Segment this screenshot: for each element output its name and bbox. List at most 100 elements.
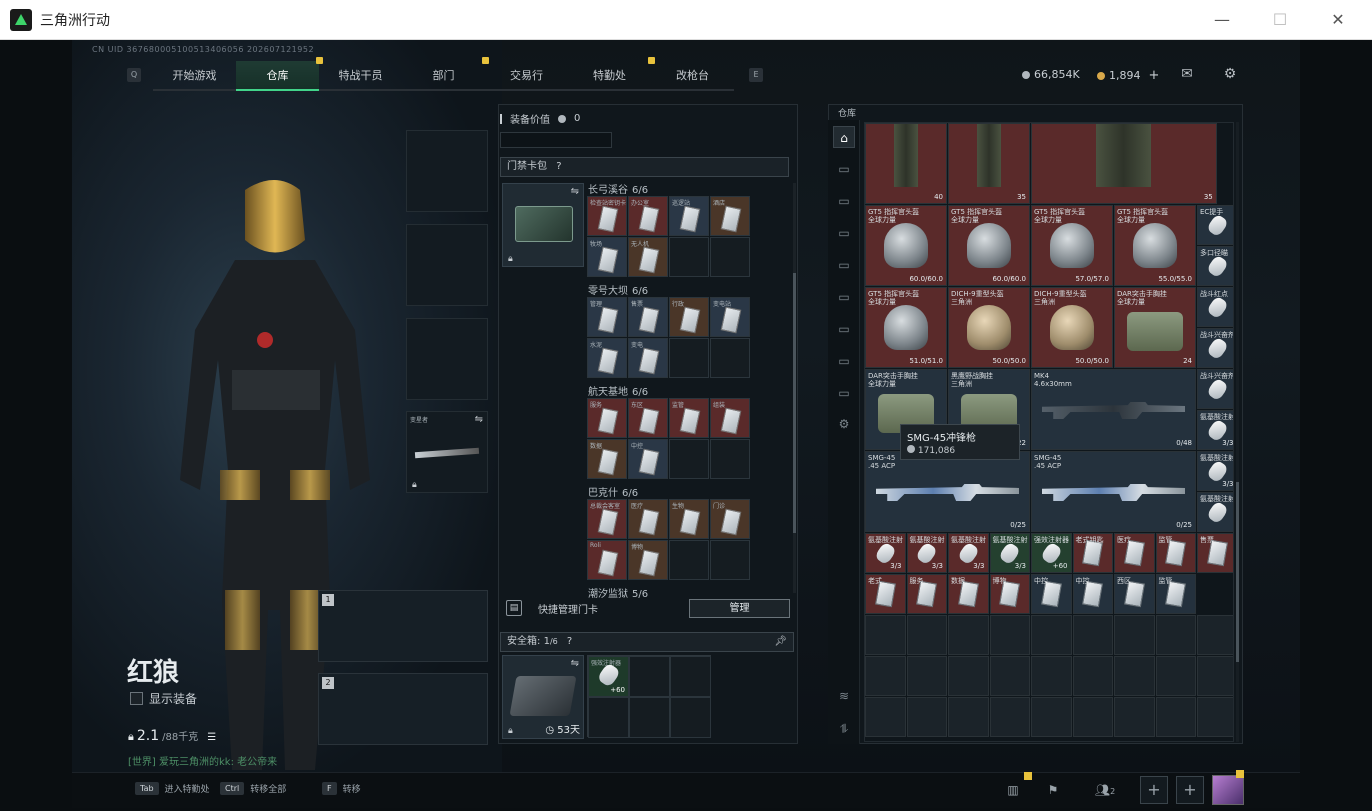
maximize-button[interactable]: ☐ [1266, 8, 1294, 32]
warehouse-item[interactable]: 战斗兴奋剂 [1197, 369, 1233, 409]
warehouse-item[interactable]: 战斗兴奋剂 [1197, 328, 1233, 368]
keycard-slot[interactable]: 牧场 [587, 237, 627, 277]
keycard-slot[interactable]: 酒店 [710, 196, 750, 236]
warehouse-item[interactable]: GT5 指挥官头盔 全球力量 51.0/51.0 [865, 287, 947, 368]
warehouse-item[interactable]: SMG-45.45 ACP 0/25 [865, 451, 1030, 532]
flag-icon[interactable]: ⚑ [1043, 780, 1063, 800]
helmet-slot[interactable] [406, 130, 488, 212]
safe-item[interactable]: 强效注射器 +60 [588, 656, 629, 697]
tab-0[interactable]: 开始游戏 [153, 61, 236, 91]
warehouse-item[interactable]: 监管 [1155, 533, 1196, 573]
warehouse-item[interactable]: 35 [948, 123, 1030, 204]
keycard-slot[interactable]: 售票 [628, 297, 668, 337]
category-key-icon[interactable]: ▭ [833, 382, 855, 404]
warehouse-item[interactable]: 博物 [989, 574, 1030, 614]
warehouse-item[interactable]: 氨基酸注射 3/3 [865, 533, 906, 573]
hint-2[interactable]: F 转移 [322, 782, 361, 795]
add-squad-button[interactable]: + [1140, 776, 1168, 804]
warehouse-item[interactable]: 氨基酸注射 [1197, 492, 1233, 532]
keycard-slot[interactable]: 总裁会客室 [587, 499, 627, 539]
tab-3[interactable]: 部门 [402, 61, 485, 91]
warehouse-item[interactable]: DAR突击手胸挂 全球力量 24 [1114, 287, 1196, 368]
tab-5[interactable]: 特勤处 [568, 61, 651, 91]
category-settings-icon[interactable]: ⚙ [833, 413, 855, 435]
category-bag-icon[interactable]: ▭ [833, 254, 855, 276]
keycard-slot[interactable]: 检查站密钥卡 [587, 196, 627, 236]
warehouse-item[interactable]: 医疗 [1114, 533, 1155, 573]
keycard-slot[interactable]: 无人机 [628, 237, 668, 277]
tab-4[interactable]: 交易行 [482, 57, 568, 91]
warehouse-item[interactable]: 多口径瞄 [1197, 246, 1233, 286]
keycard-slot[interactable]: Roli [587, 540, 627, 580]
minimize-button[interactable]: — [1208, 8, 1236, 32]
category-armor-icon[interactable]: ▭ [833, 190, 855, 212]
warehouse-item[interactable]: 中控 [1072, 574, 1113, 614]
tab-1[interactable]: 仓库 [236, 61, 319, 91]
warehouse-item[interactable]: 氨基酸注射 3/3 [1197, 451, 1233, 491]
list-icon[interactable]: ☰ [207, 732, 216, 743]
warehouse-item[interactable]: DICH-9重型头盔 三角洲 50.0/50.0 [1031, 287, 1113, 368]
warehouse-item[interactable]: 氨基酸注射 3/3 [906, 533, 947, 573]
pistol-slot[interactable] [406, 318, 488, 400]
keycard-slot[interactable]: 数据 [587, 439, 627, 479]
world-chat[interactable]: [世界] 爱玩三角洲的kk: 老公帝来 [128, 753, 277, 768]
warehouse-item[interactable]: 监管 [1155, 574, 1196, 614]
category-ammo-icon[interactable]: ▭ [833, 318, 855, 340]
help-icon[interactable]: ? [567, 636, 572, 647]
keycard-slot[interactable]: 门诊 [710, 499, 750, 539]
warehouse-item[interactable]: 中控 [1031, 574, 1072, 614]
warehouse-item[interactable]: GT5 指挥官头盔 全球力量 55.0/55.0 [1114, 205, 1196, 286]
warehouse-item[interactable]: 售票 [1197, 533, 1233, 573]
warehouse-item[interactable]: 战斗红点 [1197, 287, 1233, 327]
sort-icon[interactable]: ⥮ [833, 718, 855, 740]
category-weapon-icon[interactable]: ▭ [833, 158, 855, 180]
gear-icon[interactable]: ⚙ [1221, 66, 1239, 82]
stats-icon[interactable]: ▥ [1003, 780, 1023, 800]
keycard-slot[interactable]: 变电站 [710, 297, 750, 337]
keycard-slot[interactable]: 博物 [628, 540, 668, 580]
keycard-slot[interactable]: 巡逻站 [669, 196, 709, 236]
category-helmet-icon[interactable]: ▭ [833, 222, 855, 244]
armor-slot[interactable] [406, 224, 488, 306]
add-squad-button-2[interactable]: + [1176, 776, 1204, 804]
keycard-slot[interactable]: 行政 [669, 297, 709, 337]
warehouse-scrollbar[interactable] [1236, 122, 1239, 742]
warehouse-item[interactable]: EC提手 [1197, 205, 1233, 245]
keycard-slot[interactable]: 监管 [669, 398, 709, 438]
warehouse-item[interactable]: 氨基酸注射 3/3 [989, 533, 1030, 573]
warehouse-item[interactable]: 西区 [1114, 574, 1155, 614]
keycard-case[interactable]: ⇋ 🔒︎ [502, 183, 584, 267]
category-vest-icon[interactable]: ▭ [833, 286, 855, 308]
swap-icon[interactable]: ⇋ [571, 658, 579, 669]
pin-icon[interactable]: 📌︎ [774, 633, 787, 651]
checkbox-box[interactable] [130, 692, 143, 705]
manage-button[interactable]: 管理 [689, 599, 790, 618]
player-avatar[interactable] [1212, 775, 1244, 805]
warehouse-item[interactable]: DICH-9重型头盔 三角洲 50.0/50.0 [948, 287, 1030, 368]
warehouse-item[interactable]: 老式 [865, 574, 906, 614]
friends-icon[interactable]: 👥︎2 [1090, 780, 1120, 800]
warehouse-item[interactable]: MK4 4.6x30mm 0/48 [1031, 369, 1196, 450]
warehouse-item[interactable]: 老式钥匙 [1072, 533, 1113, 573]
primary-weapon-slot[interactable]: 1 [318, 590, 488, 662]
keycard-slot[interactable]: 生物 [669, 499, 709, 539]
warehouse-item[interactable]: 氨基酸注射 3/3 [1197, 410, 1233, 450]
tab-2[interactable]: 特战干员 [316, 57, 402, 91]
mail-icon[interactable]: ✉ [1178, 66, 1196, 82]
keycard-slot[interactable]: 医疗 [628, 499, 668, 539]
safe-box[interactable]: ⇋ 🔒︎ ◷ 53天 [502, 655, 584, 739]
help-icon[interactable]: ? [556, 161, 561, 172]
keycard-slot[interactable]: 组装 [710, 398, 750, 438]
keycard-slot[interactable]: 中控 [628, 439, 668, 479]
tab-6[interactable]: 改枪台 [648, 57, 734, 91]
keycard-scrollbar[interactable] [793, 183, 796, 593]
swap-icon[interactable]: ⇋ [475, 414, 483, 425]
keycard-slot[interactable]: 变电 [628, 338, 668, 378]
warehouse-item[interactable]: 服务 [906, 574, 947, 614]
warehouse-item[interactable]: 35 [1031, 123, 1217, 204]
warehouse-home-icon[interactable]: ⌂ [833, 126, 855, 148]
stack-icon[interactable]: ≋ [833, 685, 855, 707]
keycard-slot[interactable]: 东区 [628, 398, 668, 438]
melee-slot[interactable]: 变星者 ⇋ 🔒︎ [406, 411, 488, 493]
keycard-slot[interactable]: 水泥 [587, 338, 627, 378]
